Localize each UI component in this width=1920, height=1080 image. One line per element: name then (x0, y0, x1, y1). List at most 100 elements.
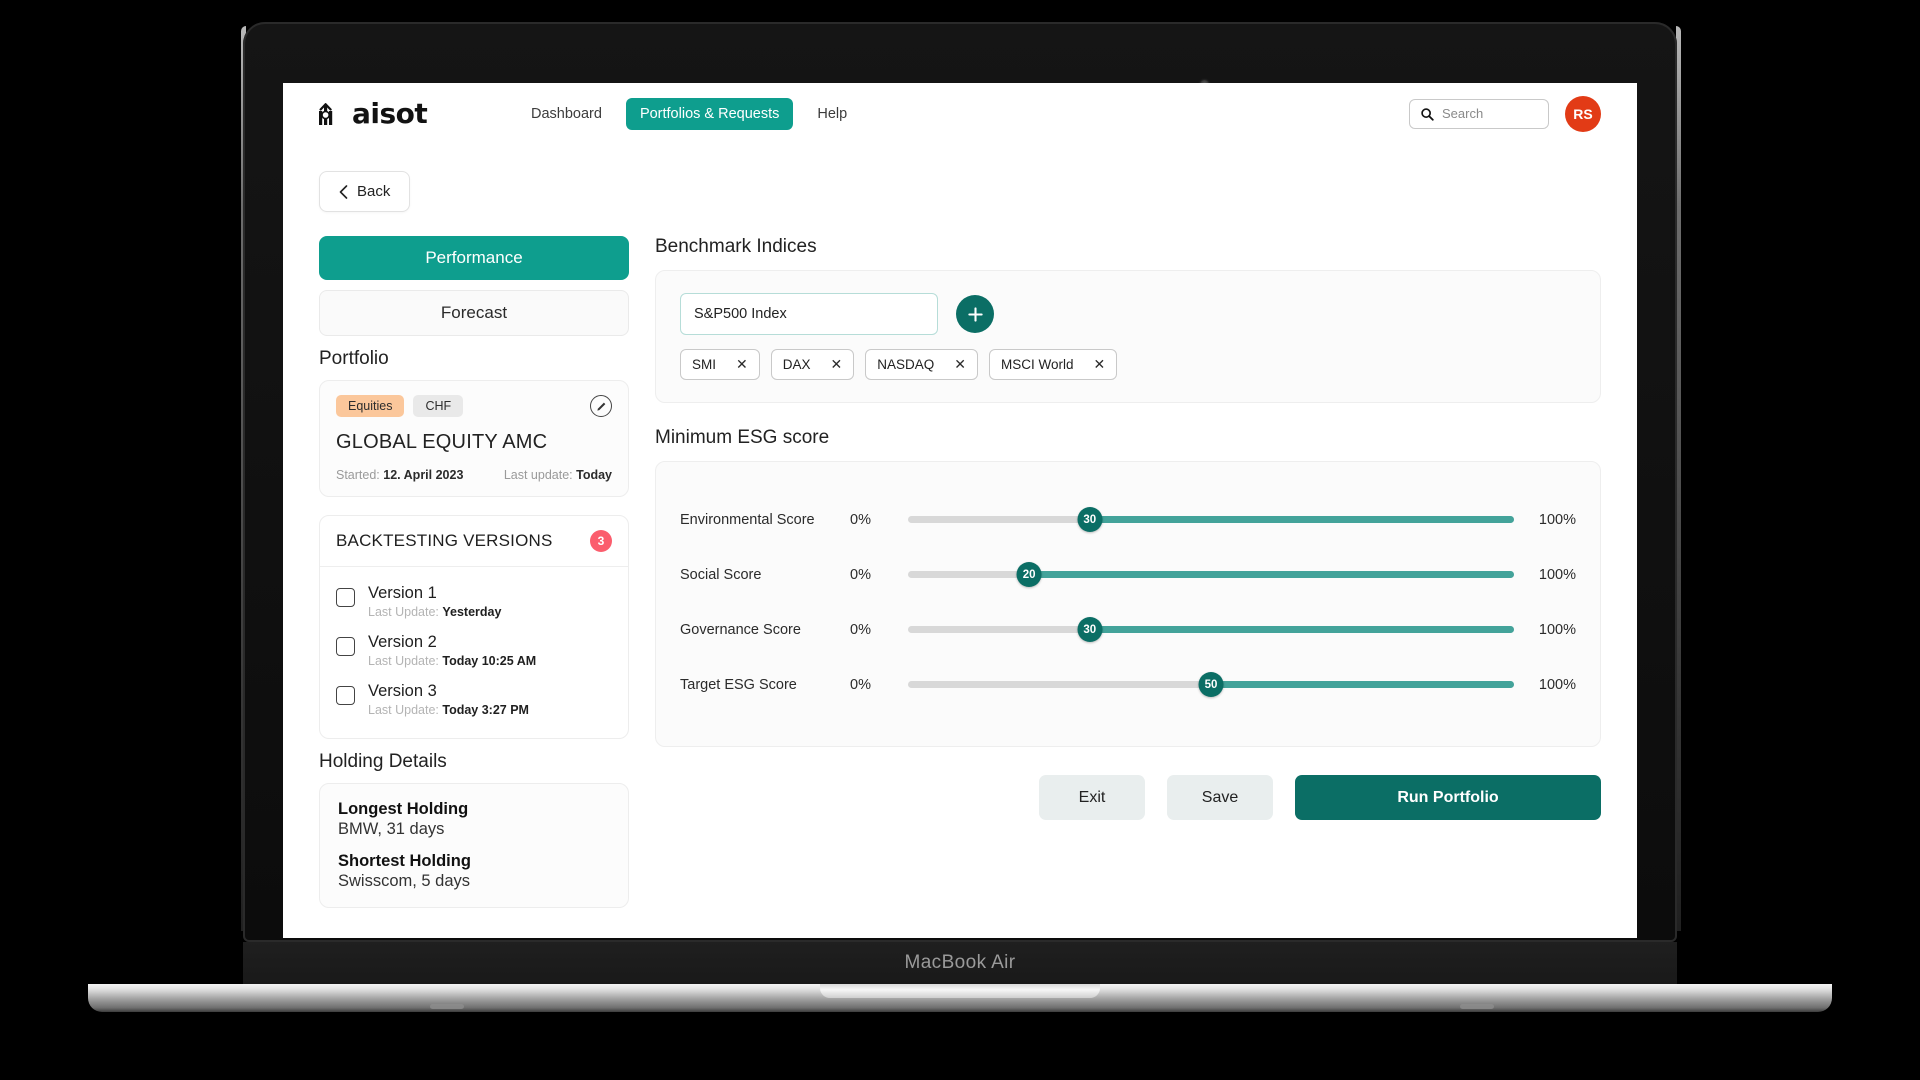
portfolio-card-tags: Equities CHF (336, 395, 612, 417)
holding-divider (338, 839, 610, 852)
benchmark-tag-list: SMI ✕ DAX ✕ NASDAQ ✕ MSCI World ✕ (680, 349, 1576, 380)
esg-thumb-social[interactable]: 20 (1016, 562, 1042, 587)
portfolio-last-update: Last update: Today (504, 468, 612, 482)
tab-forecast[interactable]: Forecast (319, 290, 629, 336)
esg-track-fill (1029, 571, 1514, 578)
brand-logo[interactable]: aisot (319, 97, 517, 130)
esg-thumb-environmental[interactable]: 30 (1077, 507, 1103, 532)
version-1-name: Version 1 (368, 584, 437, 602)
close-icon[interactable]: ✕ (954, 356, 966, 373)
version-3-text: Version 3 Last Update: Today 3:27 PM (368, 682, 529, 717)
esg-track-governance[interactable]: 30 (908, 617, 1514, 642)
benchmark-tag-nasdaq[interactable]: NASDAQ ✕ (865, 349, 978, 380)
esg-label-governance: Governance Score (680, 621, 801, 638)
sidebar: Performance Forecast Portfolio Equities … (319, 236, 629, 908)
laptop-base-notch (820, 984, 1100, 998)
add-benchmark-button[interactable] (956, 295, 994, 333)
esg-track-fill (1089, 516, 1514, 523)
tag-currency: CHF (413, 395, 464, 417)
save-button[interactable]: Save (1167, 775, 1273, 820)
version-2-checkbox[interactable] (336, 636, 355, 656)
version-3-update: Last Update: Today 3:27 PM (368, 703, 529, 717)
backtesting-count-badge: 3 (590, 530, 612, 552)
close-icon[interactable]: ✕ (1094, 356, 1106, 373)
portfolio-last-update-label: Last update: (503, 468, 573, 482)
version-3-update-value: Today 3:27 PM (442, 702, 529, 717)
version-1-update: Last Update: Yesterday (368, 605, 501, 619)
esg-thumb-target[interactable]: 50 (1198, 672, 1224, 697)
holding-details-heading: Holding Details (319, 750, 447, 772)
backtesting-header: BACKTESTING VERSIONS 3 (320, 516, 628, 567)
close-icon[interactable]: ✕ (736, 356, 748, 373)
nav-item-help[interactable]: Help (803, 98, 861, 130)
back-button-label: Back (357, 183, 391, 200)
portfolio-started-label: Started: (336, 468, 380, 482)
benchmark-tag-dax[interactable]: DAX ✕ (770, 349, 855, 380)
benchmark-index-input[interactable]: S&P500 Index (680, 293, 938, 335)
portfolio-name: GLOBAL EQUITY AMC (336, 431, 548, 453)
version-3-update-label: Last Update: (368, 702, 439, 717)
esg-min-target: 0% (850, 676, 871, 693)
screenshot-stage: aisot Dashboard Portfolios & Requests He… (0, 0, 1920, 1080)
shortest-holding-value: Swisscom, 5 days (338, 871, 471, 890)
laptop-foot-right (1460, 1004, 1494, 1009)
esg-max-environmental: 100% (1538, 511, 1576, 528)
search-placeholder: Search (1442, 106, 1484, 121)
esg-track-fill (1211, 681, 1514, 688)
run-portfolio-button[interactable]: Run Portfolio (1295, 775, 1601, 820)
esg-label-environmental: Environmental Score (680, 511, 815, 528)
list-item[interactable]: Version 2 Last Update: Today 10:25 AM (336, 626, 612, 675)
avatar[interactable]: RS (1565, 95, 1601, 132)
esg-title: Minimum ESG score (655, 427, 830, 448)
portfolio-meta: Started: 12. April 2023 Last update: Tod… (336, 468, 612, 482)
aisot-bars-logo-icon (319, 102, 333, 125)
version-2-update: Last Update: Today 10:25 AM (368, 654, 536, 668)
version-1-checkbox[interactable] (336, 588, 355, 607)
portfolio-last-update-value: Today (576, 468, 612, 482)
esg-track-environmental[interactable]: 30 (908, 507, 1514, 532)
list-item[interactable]: Version 3 Last Update: Today 3:27 PM (336, 675, 612, 724)
exit-button[interactable]: Exit (1039, 775, 1145, 820)
benchmark-input-row: S&P500 Index (680, 293, 1576, 335)
esg-min-environmental: 0% (850, 511, 871, 528)
portfolio-started-value: 12. April 2023 (383, 468, 464, 482)
esg-min-governance: 0% (850, 621, 871, 638)
back-button[interactable]: Back (319, 171, 411, 212)
backtesting-list: Version 1 Last Update: Yesterday Version… (320, 567, 628, 738)
esg-min-social: 0% (850, 566, 871, 583)
nav-item-portfolios-requests[interactable]: Portfolios & Requests (625, 97, 794, 130)
chevron-left-icon (339, 184, 348, 199)
edit-portfolio-button[interactable] (590, 395, 612, 417)
esg-slider-governance: Governance Score 0% 30 100% (680, 602, 1576, 657)
esg-slider-target: Target ESG Score 0% 50 100% (680, 657, 1576, 712)
esg-track-target[interactable]: 50 (908, 672, 1514, 697)
version-1-update-label: Last Update: (368, 604, 439, 619)
version-3-name: Version 3 (368, 681, 437, 700)
version-1-text: Version 1 Last Update: Yesterday (368, 584, 501, 619)
esg-max-governance: 100% (1538, 621, 1576, 638)
shortest-holding-title: Shortest Holding (338, 851, 471, 870)
benchmark-tag-dax-label: DAX (782, 357, 811, 372)
list-item[interactable]: Version 1 Last Update: Yesterday (336, 577, 612, 626)
search-input[interactable]: Search (1409, 98, 1549, 129)
benchmark-tag-smi[interactable]: SMI ✕ (680, 349, 760, 380)
portfolio-started: Started: 12. April 2023 (336, 468, 463, 482)
pencil-icon (596, 402, 605, 411)
esg-track-social[interactable]: 20 (908, 562, 1514, 587)
backtesting-versions-card: BACKTESTING VERSIONS 3 Version 1 Last Up… (319, 515, 629, 739)
tag-asset-class: Equities (336, 395, 405, 417)
laptop-screen: aisot Dashboard Portfolios & Requests He… (283, 83, 1637, 938)
portfolio-heading: Portfolio (319, 348, 389, 369)
version-3-checkbox[interactable] (336, 685, 355, 705)
holding-details-card: Longest Holding BMW, 31 days Shortest Ho… (319, 782, 629, 908)
main-content: Benchmark Indices S&P500 Index SMI ✕ DAX… (655, 236, 1601, 908)
version-2-name: Version 2 (368, 632, 437, 651)
benchmark-tag-msci-world[interactable]: MSCI World ✕ (989, 349, 1118, 380)
tab-performance[interactable]: Performance (319, 236, 629, 280)
version-2-text: Version 2 Last Update: Today 10:25 AM (368, 633, 536, 668)
esg-thumb-governance[interactable]: 30 (1077, 617, 1103, 642)
close-icon[interactable]: ✕ (831, 356, 843, 373)
portfolio-card[interactable]: Equities CHF GLOBAL EQUITY AMC Started: … (319, 380, 629, 497)
nav-item-dashboard[interactable]: Dashboard (517, 98, 616, 130)
app-body: Back Performance Forecast Portfolio Equi… (283, 145, 1637, 908)
